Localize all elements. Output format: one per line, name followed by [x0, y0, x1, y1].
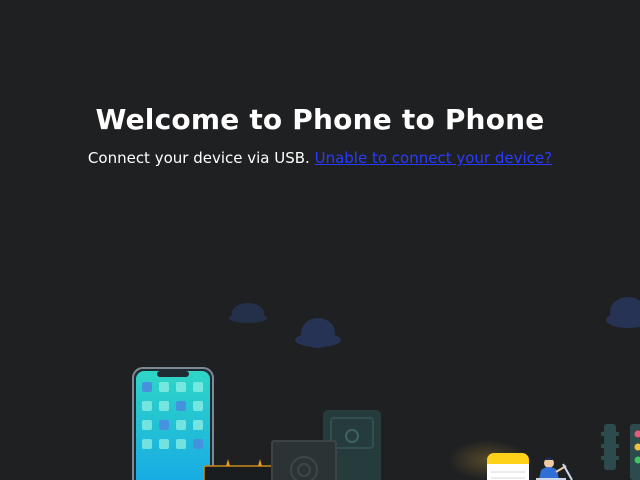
- notes-icon: [487, 453, 529, 480]
- safe-illustration: [271, 410, 381, 480]
- cloud-icon: [295, 318, 341, 348]
- cloud-icon: [606, 297, 640, 328]
- person-illustration: [536, 457, 573, 480]
- cloud-icon: [229, 303, 267, 323]
- traffic-light-illustration: [601, 424, 640, 480]
- phone-illustration: [132, 367, 214, 480]
- connection-illustration: [132, 297, 640, 480]
